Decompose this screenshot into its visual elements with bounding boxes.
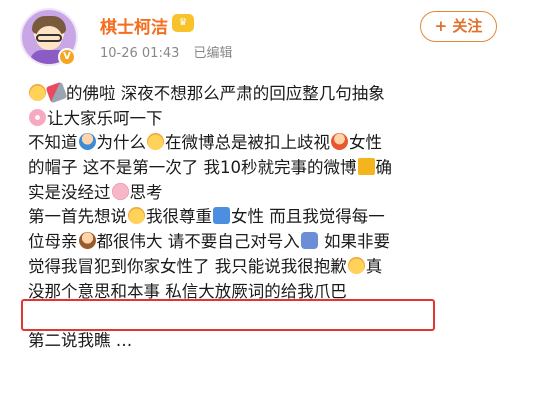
post-text: 都很伟大 请不要自己对号入 bbox=[96, 232, 300, 252]
post-line: 位母亲 都很伟大 请不要自己对号入 如果非要 bbox=[28, 230, 508, 255]
post-meta: 10-26 01:43 已编辑 bbox=[100, 42, 233, 61]
woman-emoji-icon bbox=[331, 133, 348, 151]
book-emoji-icon bbox=[357, 158, 375, 176]
post-text: 第一首先想说 bbox=[28, 207, 127, 227]
mother-emoji-icon bbox=[78, 232, 96, 250]
post-text: 位母亲 bbox=[28, 232, 78, 252]
face-emoji-icon bbox=[29, 84, 46, 101]
crown-badge-icon: ♛ bbox=[172, 14, 194, 32]
post-text: 思考 bbox=[129, 182, 163, 202]
post-line: 的帽子 这不是第一次了 我10秒就完事的微博确 bbox=[28, 156, 508, 181]
highlight-box bbox=[21, 299, 435, 331]
post-text: 女性 bbox=[349, 133, 382, 153]
verified-v-icon: V bbox=[58, 48, 76, 66]
post-line: 第一首先想说 我很尊重 女性 而且我觉得每一 bbox=[28, 205, 508, 230]
post-text: 没那个意思和本事 私信大放厥词的给我爪巴 bbox=[28, 281, 347, 301]
edited-label: 已编辑 bbox=[193, 46, 233, 61]
man-emoji-icon bbox=[78, 133, 96, 151]
follow-button[interactable]: + 关注 bbox=[420, 11, 497, 42]
post-text: 真 bbox=[365, 256, 383, 276]
post-text: 女性 而且我觉得每一 bbox=[231, 207, 385, 227]
post-text: 实是没经过 bbox=[28, 182, 111, 202]
post-text: 确 bbox=[375, 158, 393, 178]
wc-emoji-icon bbox=[213, 207, 230, 225]
post-text: 为什么 bbox=[96, 133, 147, 153]
bag-emoji-icon bbox=[300, 232, 318, 250]
post-text: 第二说我瞧 … bbox=[28, 330, 133, 350]
post-line: 第二说我瞧 … bbox=[28, 329, 508, 354]
avatar-glasses bbox=[36, 34, 62, 42]
post-text: 的佛啦 深夜不想那么严肃的回应整几句抽象 bbox=[66, 84, 385, 103]
post-text: 不知道 bbox=[28, 133, 78, 153]
post-text: 如果非要 bbox=[318, 232, 390, 252]
post-text: 在微博总是被扣上歧视 bbox=[165, 133, 330, 153]
post-line: 实是没经过 思考 bbox=[28, 181, 508, 206]
post-line: 的佛啦 深夜不想那么严肃的回应整几句抽象 bbox=[28, 81, 508, 107]
post-text: 的帽子 这不是第一次了 我10秒就完事的微博 bbox=[28, 158, 357, 178]
face-emoji-icon bbox=[347, 256, 365, 274]
username[interactable]: 棋士柯洁 bbox=[100, 13, 168, 38]
post-header: V 棋士柯洁 ♛ 10-26 01:43 已编辑 + 关注 bbox=[0, 0, 553, 78]
lipstick-emoji-icon bbox=[45, 81, 68, 104]
post-line: 不知道 为什么 在微博总是被扣上歧视 女性 bbox=[28, 131, 508, 156]
brain-emoji-icon bbox=[111, 182, 129, 200]
post-text: 觉得我冒犯到你家女性了 我只能说我很抱歉 bbox=[28, 256, 347, 276]
post-line: 觉得我冒犯到你家女性了 我只能说我很抱歉真 bbox=[28, 255, 508, 280]
face-emoji-icon bbox=[128, 207, 145, 225]
post-timestamp: 10-26 01:43 bbox=[100, 46, 180, 61]
post-text: 让大家乐呵一下 bbox=[47, 108, 163, 128]
post-text: 我很尊重 bbox=[146, 207, 212, 227]
face-emoji-icon bbox=[147, 133, 164, 151]
post-line: 让大家乐呵一下 bbox=[28, 107, 508, 132]
flower-emoji-icon bbox=[29, 108, 46, 126]
